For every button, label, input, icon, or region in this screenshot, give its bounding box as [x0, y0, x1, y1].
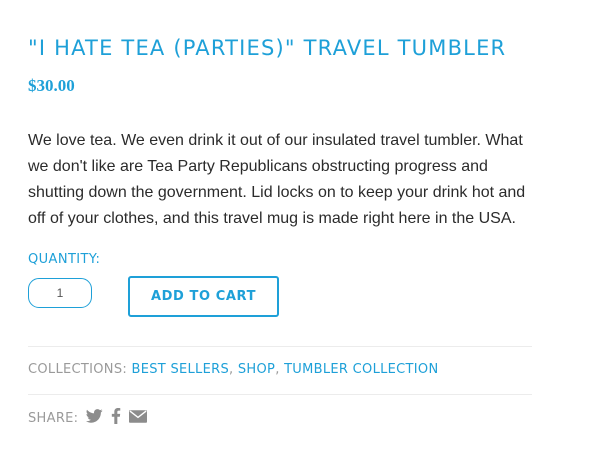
share-row: SHARE: — [28, 408, 148, 428]
collection-link-shop[interactable]: SHOP — [238, 362, 275, 377]
product-title: "I HATE TEA (PARTIES)" TRAVEL TUMBLER — [28, 36, 507, 61]
divider — [28, 394, 532, 395]
product-price: $30.00 — [28, 76, 75, 95]
divider — [28, 346, 532, 347]
collection-separator: , — [275, 362, 285, 377]
description-line: We love tea. We even drink it out of our… — [28, 132, 523, 149]
email-icon[interactable] — [129, 409, 148, 427]
description-line: off of your clothes, and this travel mug… — [28, 210, 516, 227]
collection-link-best-sellers[interactable]: BEST SELLERS — [131, 362, 229, 377]
facebook-icon[interactable] — [111, 408, 121, 428]
collection-separator: , — [229, 362, 238, 377]
collection-link-tumbler-collection[interactable]: TUMBLER COLLECTION — [284, 362, 438, 377]
add-to-cart-button[interactable]: ADD TO CART — [128, 276, 279, 317]
collections-label: COLLECTIONS: — [28, 362, 132, 377]
twitter-icon[interactable] — [86, 409, 103, 427]
description-line: shutting down the government. Lid locks … — [28, 184, 526, 201]
product-description: We love tea. We even drink it out of our… — [28, 128, 548, 232]
share-label: SHARE: — [28, 410, 79, 426]
description-line: we don't like are Tea Party Republicans … — [28, 158, 488, 175]
quantity-label: QUANTITY: — [28, 252, 101, 267]
collections-row: COLLECTIONS: BEST SELLERS, SHOP, TUMBLER… — [28, 362, 439, 377]
quantity-input[interactable] — [28, 278, 92, 308]
